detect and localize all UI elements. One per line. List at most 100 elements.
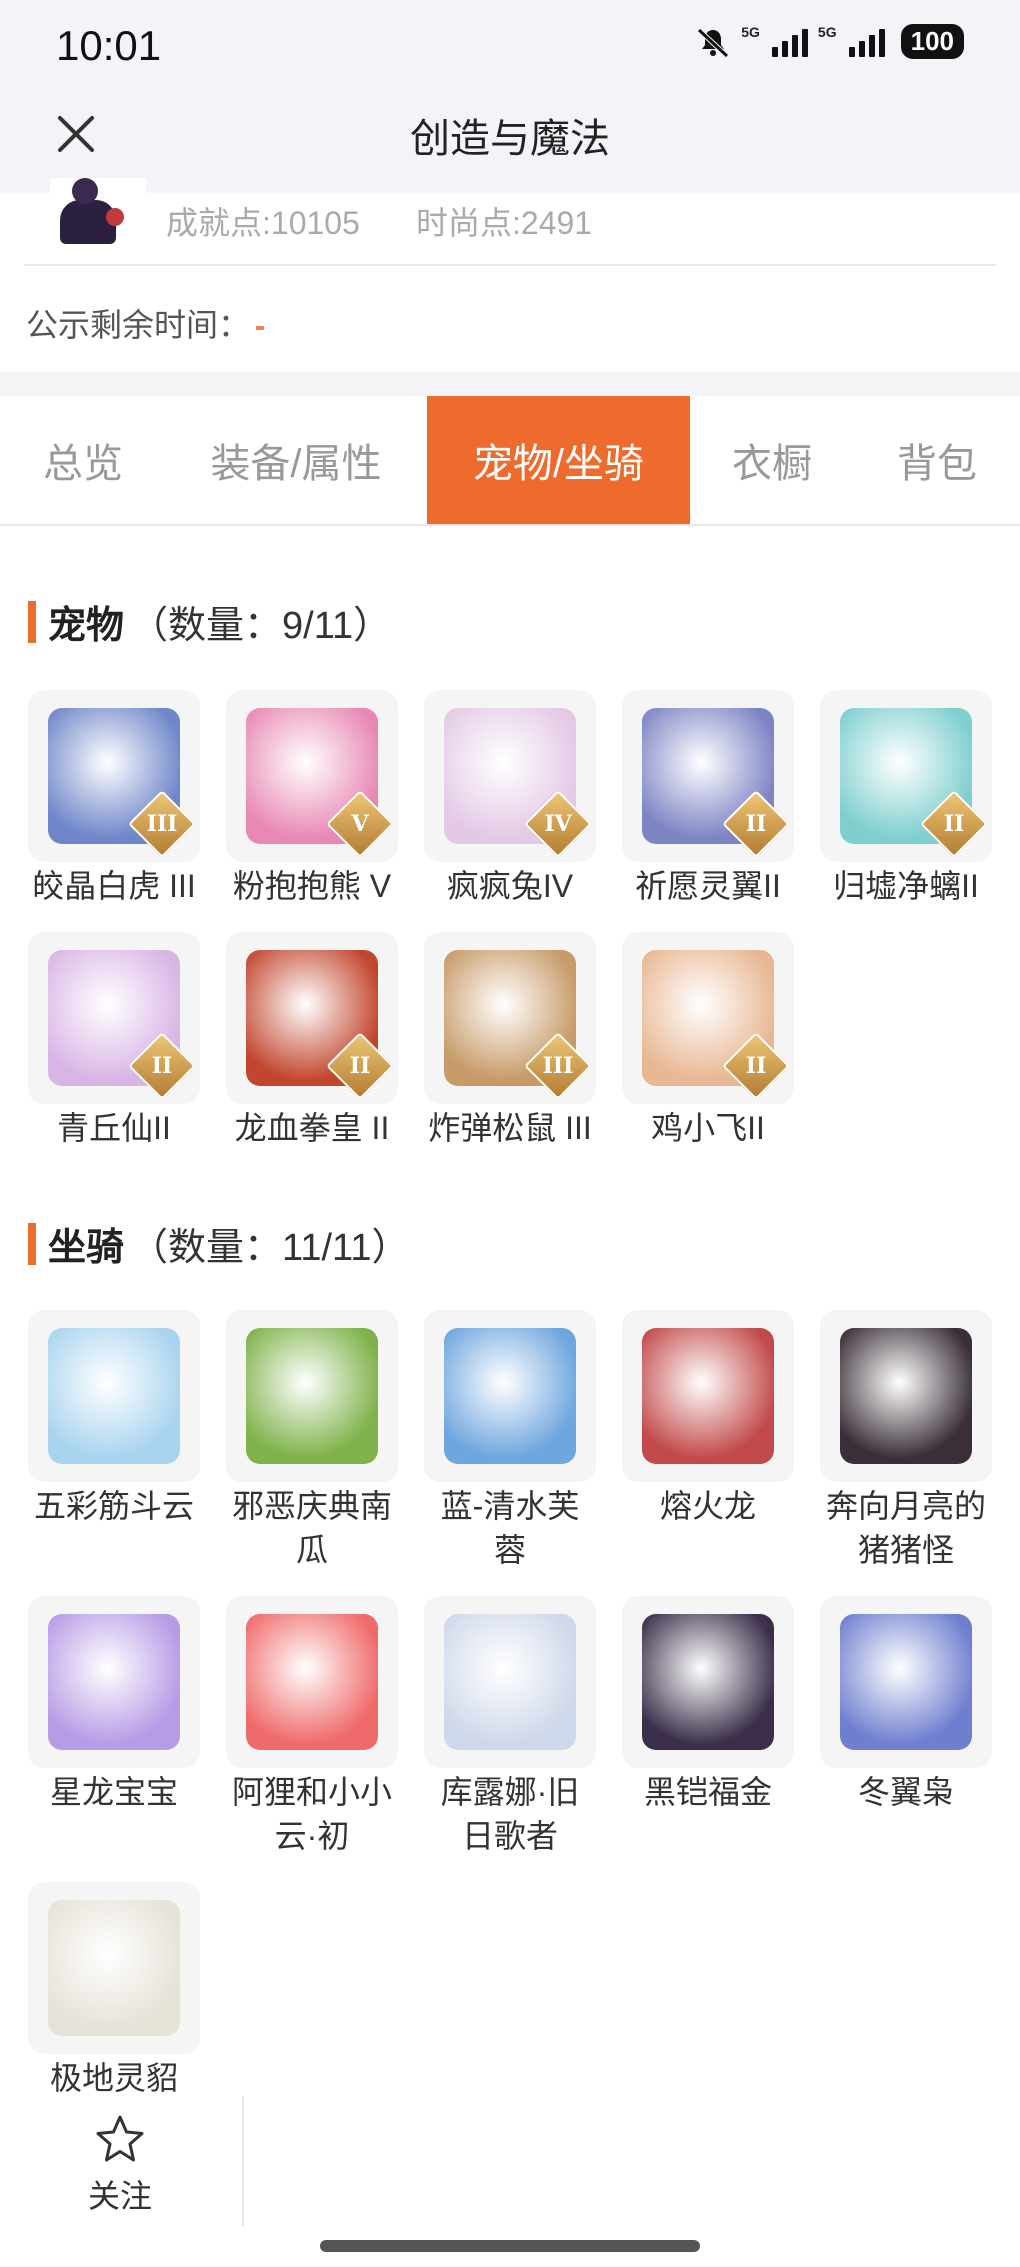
tab-overview[interactable]: 总览 [0,396,166,524]
pets-item[interactable]: II 祈愿灵翼II [622,690,794,908]
mounts-item[interactable]: 蓝-清水芙蓉 [424,1310,596,1572]
status-bar: 10:01 5G 5G 100 [0,0,1020,80]
pets-title: 宠物 [48,605,125,647]
item-name: 疯疯兔IV [446,868,574,904]
winter-owl-icon [820,1596,992,1768]
lava-dragon-icon [622,1310,794,1482]
item-name: 星龙宝宝 [49,1774,178,1810]
pets-item[interactable]: II 龙血拳皇 II [226,932,398,1150]
rank-badge: II [722,1032,790,1100]
rank-badge: II [722,790,790,858]
mounts-item[interactable]: 奔向月亮的猪猪怪 [820,1310,992,1572]
profile-summary: 成就点:10105 时尚点:2491 [0,178,1020,264]
item-name: 蓝-清水芙蓉 [440,1488,580,1568]
rank-badge-label: III [146,811,178,837]
mounts-item[interactable]: 邪恶庆典南瓜 [226,1310,398,1572]
moon-pig-icon [820,1310,992,1482]
cloud-icon [28,1310,200,1482]
crazy-rabbit-icon: IV [424,690,596,862]
mounts-item[interactable]: 五彩筋斗云 [28,1310,200,1528]
divider [24,264,996,266]
rank-badge-label: II [745,1053,767,1079]
pet-portrait [48,1614,180,1750]
rank-badge-label: IV [544,811,572,837]
tab-equipment[interactable]: 装备/属性 [178,396,414,524]
pets-item[interactable]: III 炸弹松鼠 III [424,932,596,1150]
mounts-item[interactable]: 熔火龙 [622,1310,794,1528]
mounts-item[interactable]: 星龙宝宝 [28,1596,200,1814]
pet-portrait [642,1614,774,1750]
kuluna-singer-icon [424,1596,596,1768]
item-name: 青丘仙II [57,1110,171,1146]
item-name: 冬翼枭 [857,1774,954,1810]
item-name: 奔向月亮的猪猪怪 [825,1488,986,1568]
mounts-title: 坐骑 [48,1227,125,1269]
rank-badge: V [326,790,394,858]
achievement-points: 成就点:10105 [166,205,360,241]
rank-badge: II [128,1032,196,1100]
notice-label: 公示剩余时间： [26,307,251,343]
mounts-item[interactable]: 黑铠福金 [622,1596,794,1814]
home-indicator [320,2240,700,2252]
mute-icon [697,27,729,58]
section-accent-bar [28,600,36,643]
pets-count: （数量：9/11） [130,605,392,647]
white-tiger-icon: III [28,690,200,862]
item-name: 黑铠福金 [643,1774,772,1810]
item-name: 龙血拳皇 II [234,1110,390,1146]
follow-button[interactable]: 关注 [80,2114,160,2217]
rank-badge-label: V [351,811,369,837]
item-name: 邪恶庆典南瓜 [231,1488,392,1568]
jade-dragon-icon: II [820,690,992,862]
mounts-item[interactable]: 极地灵貂 [28,1882,200,2100]
pet-portrait [48,1900,180,2036]
pet-portrait [246,1328,378,1464]
status-time: 10:01 [56,22,162,69]
tab-pets-mounts[interactable]: 宠物/坐骑 [427,396,690,524]
item-name: 皎晶白虎 III [32,868,196,904]
item-name: 熔火龙 [659,1488,756,1524]
tab-backpack[interactable]: 背包 [854,396,1020,524]
pets-item[interactable]: V 粉抱抱熊 V [226,690,398,908]
mounts-item[interactable]: 阿狸和小小云·初 [226,1596,398,1858]
tab-wardrobe[interactable]: 衣橱 [690,396,854,524]
bomb-squirrel-icon: III [424,932,596,1104]
pets-section-title: 宠物 （数量：9/11） [28,594,391,649]
network-type-1: 5G [741,24,760,40]
follow-label: 关注 [87,2178,152,2214]
polar-marten-icon [28,1882,200,2054]
black-armor-dragon-icon [622,1596,794,1768]
rank-badge-label: III [542,1053,574,1079]
pet-portrait [642,1328,774,1464]
star-dragon-baby-icon [28,1596,200,1768]
mounts-item[interactable]: 冬翼枭 [820,1596,992,1814]
chicken-flyer-icon: II [622,932,794,1104]
rank-badge: III [524,1032,592,1100]
network-type-2: 5G [817,24,837,40]
pets-item[interactable]: III 皎晶白虎 III [28,690,200,908]
item-name: 极地灵貂 [49,2060,178,2096]
item-name: 五彩筋斗云 [33,1488,194,1524]
pet-portrait [840,1328,972,1464]
mounts-item[interactable]: 库露娜·旧日歌者 [424,1596,596,1858]
pet-portrait [444,1614,576,1750]
mounts-count: （数量：11/11） [130,1227,410,1269]
pets-item[interactable]: II 青丘仙II [28,932,200,1150]
item-name: 鸡小飞II [651,1110,765,1146]
tab-bar: 总览 装备/属性 宠物/坐骑 衣橱 背包 [0,396,1020,526]
pets-item[interactable]: II 归墟净螭II [820,690,992,908]
rank-badge-label: II [349,1053,371,1079]
rank-badge: II [326,1032,394,1100]
pets-item[interactable]: IV 疯疯兔IV [424,690,596,908]
blue-lotus-icon [424,1310,596,1482]
pink-bear-icon: V [226,690,398,862]
mounts-section-title: 坐骑 （数量：11/11） [28,1216,409,1271]
fox-fairy-icon: II [28,932,200,1104]
pet-portrait [246,1614,378,1750]
status-icons: 5G 5G 100 [695,24,964,59]
item-name: 祈愿灵翼II [635,868,781,904]
pets-item[interactable]: II 鸡小飞II [622,932,794,1150]
notice-remaining-time: 公示剩余时间： [26,300,265,346]
wish-wing-bird-icon: II [622,690,794,862]
signal-icon-2 [848,27,885,57]
